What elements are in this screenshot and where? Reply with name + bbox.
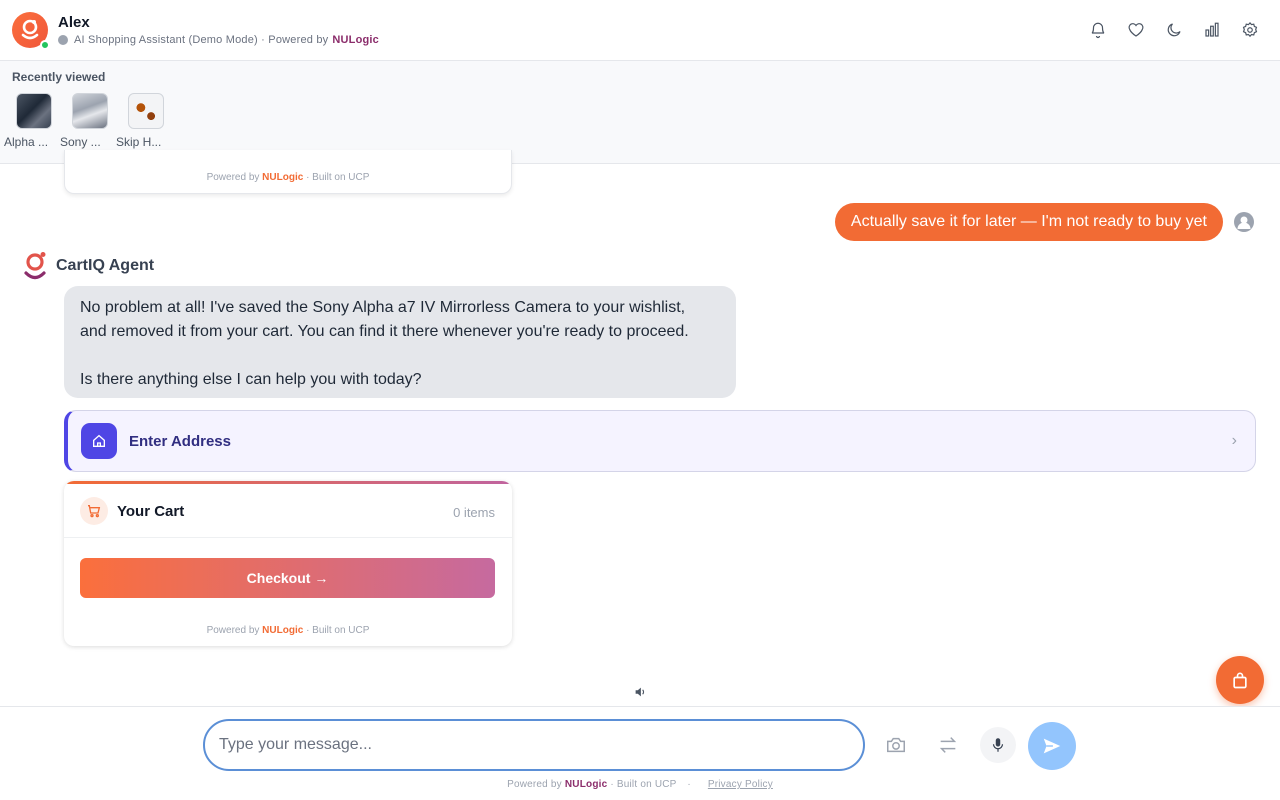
chart-icon[interactable] — [1202, 18, 1222, 42]
previous-card: Powered by NULogic · Built on UCP — [64, 150, 512, 194]
recent-item-label: Skip H... — [116, 135, 162, 149]
shopping-bag-button[interactable] — [1216, 656, 1264, 704]
moon-icon[interactable] — [1164, 18, 1184, 42]
product-thumbnail — [16, 93, 52, 129]
recent-item[interactable]: Sony ... — [60, 93, 112, 149]
heart-icon[interactable] — [1126, 18, 1146, 42]
brand-name: NULogic — [332, 34, 379, 46]
agent-message-text: No problem at all! I've saved the Sony A… — [80, 299, 689, 388]
message-input[interactable] — [203, 719, 865, 771]
powered-by-text: Powered by NULogic · Built on UCP — [206, 172, 370, 183]
recently-viewed-list: Alpha ... Sony ... Skip H... — [4, 93, 168, 149]
assistant-avatar[interactable] — [12, 12, 50, 50]
shopping-bag-icon — [1233, 672, 1247, 689]
bell-icon[interactable] — [1088, 18, 1108, 42]
cart-header: Your Cart 0 items — [64, 484, 512, 538]
app-header: Alex AI Shopping Assistant (Demo Mode) ·… — [0, 0, 1280, 61]
product-thumbnail — [72, 93, 108, 129]
recently-viewed-title: Recently viewed — [12, 70, 106, 84]
send-button[interactable] — [1028, 722, 1076, 770]
cart-title: Your Cart — [117, 503, 185, 520]
swap-arrows-icon — [939, 737, 957, 753]
cart-item-count: 0 items — [453, 505, 495, 520]
recent-item-label: Alpha ... — [4, 135, 49, 149]
header-actions — [1088, 18, 1260, 42]
user-avatar-icon — [1234, 212, 1254, 232]
privacy-policy-link[interactable]: Privacy Policy — [708, 779, 773, 790]
assistant-name: Alex — [58, 14, 90, 31]
enter-address-card[interactable]: Enter Address › — [64, 410, 1256, 472]
chat-page: Alex AI Shopping Assistant (Demo Mode) ·… — [0, 0, 1280, 800]
cartiq-agent-logo-icon — [24, 252, 46, 280]
recent-item[interactable]: Alpha ... — [4, 93, 56, 149]
enter-address-label: Enter Address — [129, 433, 231, 450]
footer-powered-by: Powered by NULogic · Built on UCP · Priv… — [507, 779, 773, 790]
user-message-bubble: Actually save it for later — I'm not rea… — [834, 203, 1223, 241]
home-icon — [81, 423, 117, 459]
checkout-button[interactable]: Checkout → — [80, 558, 495, 598]
switch-mode-button[interactable] — [936, 733, 960, 757]
speaker-icon[interactable] — [633, 685, 647, 699]
online-status-dot — [40, 40, 50, 50]
recently-viewed-panel: Recently viewed Alpha ... Sony ... Skip … — [0, 61, 1280, 164]
info-icon — [58, 35, 68, 45]
cart-icon — [80, 497, 108, 525]
agent-name: CartIQ Agent — [56, 257, 155, 274]
assistant-subtitle: AI Shopping Assistant (Demo Mode) · Powe… — [58, 34, 379, 46]
chevron-right-icon: › — [1231, 432, 1237, 449]
microphone-icon — [992, 738, 1004, 752]
powered-by-text: Powered by NULogic · Built on UCP — [206, 625, 370, 636]
cart-card: Your Cart 0 items Checkout → Powered by … — [64, 481, 512, 646]
agent-message-bubble: No problem at all! I've saved the Sony A… — [64, 286, 736, 398]
camera-button[interactable] — [884, 733, 908, 757]
microphone-button[interactable] — [980, 727, 1016, 763]
gear-icon[interactable] — [1240, 18, 1260, 42]
message-input-bar: Powered by NULogic · Built on UCP · Priv… — [0, 706, 1280, 800]
cartiq-logo-icon — [21, 19, 39, 40]
recent-item[interactable]: Skip H... — [116, 93, 168, 149]
recent-item-label: Sony ... — [60, 135, 101, 149]
product-thumbnail — [128, 93, 164, 129]
camera-icon — [887, 737, 905, 753]
send-icon — [1043, 738, 1061, 754]
